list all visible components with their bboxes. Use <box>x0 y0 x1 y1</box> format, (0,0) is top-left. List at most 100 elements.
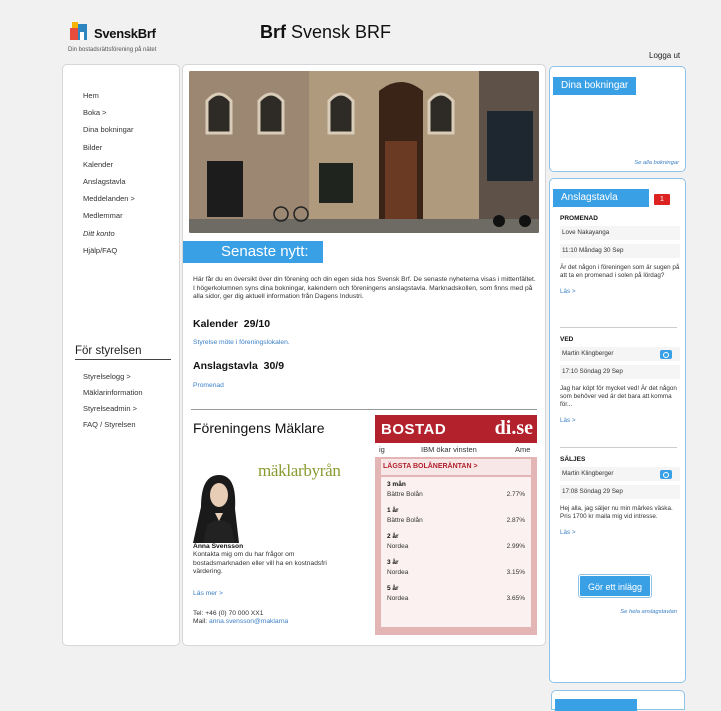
post-title[interactable]: PROMENAD <box>560 215 680 222</box>
post-body: Är det någon i föreningen som är sugen p… <box>560 264 680 279</box>
di-news-ticker[interactable]: ig IBM ökar vinsten Ame <box>375 443 537 457</box>
post-read-link[interactable]: Läs > <box>560 529 576 536</box>
rate-row: Nordea 2.99% <box>387 543 525 550</box>
main-nav: Hem Boka > Dina bokningar Bilder Kalende… <box>83 87 135 259</box>
all-notices-link[interactable]: Se hela anslagstavlan <box>620 609 677 615</box>
nav-item-boka[interactable]: Boka > <box>83 104 135 121</box>
camera-icon[interactable] <box>660 350 672 359</box>
rate-value: 2.77% <box>506 491 525 498</box>
board-post: SÄLJES Martin Klingberger 17:08 Söndag 2… <box>560 456 680 539</box>
latest-news-button[interactable]: Senaste nytt: <box>183 241 323 263</box>
board-nav-heading: För styrelsen <box>75 345 171 360</box>
rate-value: 3.65% <box>506 595 525 602</box>
post-author: Martin Klingberger <box>562 470 614 477</box>
nav-item-bilder[interactable]: Bilder <box>83 139 135 156</box>
rates-table: 3 mån Bättre Bolån 2.77% 1 år Bättre Bolå… <box>381 477 531 627</box>
board-post: PROMENAD Love Nakayanga 11:10 Måndag 30 … <box>560 215 680 298</box>
nav-item-hem[interactable]: Hem <box>83 87 135 104</box>
site-logo[interactable]: SvenskBrf Din bostadsrättsförening på nä… <box>68 20 188 56</box>
ticker-item-2: IBM ökar vinsten <box>421 445 477 454</box>
logo-name: SvenskBrf <box>94 26 156 41</box>
left-sidebar: Hem Boka > Dina bokningar Bilder Kalende… <box>62 64 180 646</box>
calendar-tab[interactable] <box>555 699 637 711</box>
ticker-item-3: Ame <box>515 445 531 454</box>
broker-title: Föreningens Mäklare <box>193 420 325 436</box>
main-content: Senaste nytt: Här får du en översikt öve… <box>182 64 546 646</box>
nav-item-maklarinformation[interactable]: Mäklarinformation <box>83 385 143 401</box>
broker-description: Kontakta mig om du har frågor om bostads… <box>193 551 327 576</box>
bookings-box: Dina bokningar Se alla bokningar <box>549 66 686 172</box>
title-main: Svensk BRF <box>291 22 392 42</box>
post-read-link[interactable]: Läs > <box>560 417 576 424</box>
logout-link[interactable]: Logga ut <box>649 51 680 60</box>
nav-item-anslagstavla[interactable]: Anslagstavla <box>83 173 135 190</box>
create-post-button[interactable]: Gör ett inlägg <box>579 575 651 597</box>
di-logo[interactable]: di.se <box>495 417 533 440</box>
rate-period: 2 år <box>387 533 399 540</box>
post-time: 11:10 Måndag 30 Sep <box>560 244 680 258</box>
person-portrait-icon <box>193 475 239 543</box>
post-author: Martin Klingberger <box>562 350 614 357</box>
post-separator <box>560 447 677 448</box>
rate-value: 2.99% <box>506 543 525 550</box>
rate-bank: Nordea <box>387 543 409 550</box>
broker-brand-logo: mäklarbyrån <box>258 461 341 480</box>
building-photo <box>189 71 539 233</box>
post-title[interactable]: SÄLJES <box>560 456 680 463</box>
calendar-date: 29/10 <box>243 318 271 330</box>
post-title[interactable]: VED <box>560 336 680 343</box>
nav-item-ditt-konto[interactable]: Ditt konto <box>83 225 135 242</box>
calendar-event-link[interactable]: Styrelse möte i föreningslokalen. <box>193 339 290 346</box>
nav-item-styrelselogg[interactable]: Styrelselogg > <box>83 369 143 385</box>
nav-item-faq-styrelsen[interactable]: FAQ / Styrelsen <box>83 417 143 433</box>
board-heading-label: Anslagstavla <box>193 360 258 372</box>
di-bostad-widget: BOSTAD di.se ig IBM ökar vinsten Ame LÄG… <box>375 415 537 635</box>
board-post: VED Martin Klingberger 17:10 Söndag 29 S… <box>560 336 680 427</box>
post-time: 17:08 Söndag 29 Sep <box>560 485 680 499</box>
nav-item-dina-bokningar[interactable]: Dina bokningar <box>83 121 135 138</box>
building-illustration <box>189 71 539 233</box>
broker-mail-row: Mail: anna.svensson@maklarna <box>193 618 288 626</box>
all-bookings-link[interactable]: Se alla bokningar <box>634 160 679 166</box>
nav-item-styrelseadmin[interactable]: Styrelseadmin > <box>83 401 143 417</box>
board-nav: Styrelselogg > Mäklarinformation Styrels… <box>83 369 143 433</box>
logo-tagline: Din bostadsrättsförening på nätet <box>68 47 157 53</box>
notice-board-box: Anslagstavla 1 PROMENAD Love Nakayanga 1… <box>549 178 686 683</box>
board-date: 30/9 <box>263 360 285 372</box>
post-read-link[interactable]: Läs > <box>560 288 576 295</box>
di-section-title: BOSTAD <box>381 421 447 438</box>
broker-portrait <box>193 467 239 543</box>
rate-period: 3 år <box>387 559 399 566</box>
nav-item-hjalp[interactable]: Hjälp/FAQ <box>83 242 135 259</box>
right-column: Dina bokningar Se alla bokningar Anslags… <box>549 64 686 711</box>
bookings-tab[interactable]: Dina bokningar <box>553 77 637 95</box>
nav-item-medlemmar[interactable]: Medlemmar <box>83 207 135 224</box>
rate-bank: Nordea <box>387 569 409 576</box>
rate-bank: Bättre Bolån <box>387 491 423 498</box>
board-item-link[interactable]: Promenad <box>193 382 224 389</box>
nav-item-kalender[interactable]: Kalender <box>83 156 135 173</box>
post-separator <box>560 327 677 328</box>
camera-icon[interactable] <box>660 470 672 479</box>
nav-item-meddelanden[interactable]: Meddelanden > <box>83 190 135 207</box>
notice-count-badge[interactable]: 1 <box>654 194 670 205</box>
notice-board-tab[interactable]: Anslagstavla <box>553 189 649 207</box>
broker-read-more-link[interactable]: Läs mer > <box>193 590 223 597</box>
post-time: 17:10 Söndag 29 Sep <box>560 365 680 379</box>
post-author: Love Nakayanga <box>560 226 680 240</box>
post-body: Jag har köpt för mycket ved! Är det någo… <box>560 385 677 408</box>
rate-row: Nordea 3.65% <box>387 595 525 602</box>
calendar-heading-label: Kalender <box>193 318 238 330</box>
rate-bank: Bättre Bolån <box>387 517 423 524</box>
section-divider <box>191 409 537 410</box>
ticker-item-1: ig <box>379 445 385 454</box>
post-author-row: Martin Klingberger <box>560 467 680 481</box>
rate-value: 2.87% <box>506 517 525 524</box>
di-header: BOSTAD di.se <box>375 415 537 443</box>
house-logo-icon <box>70 22 87 40</box>
lowest-rates-link[interactable]: LÄGSTA BOLÅNERÄNTAN > <box>381 459 531 475</box>
rate-period: 5 år <box>387 585 399 592</box>
calendar-heading: Kalender 29/10 <box>193 318 270 330</box>
broker-mail-link[interactable]: anna.svensson@maklarna <box>209 618 288 625</box>
intro-text: Här får du en översikt över din förening… <box>193 276 536 301</box>
